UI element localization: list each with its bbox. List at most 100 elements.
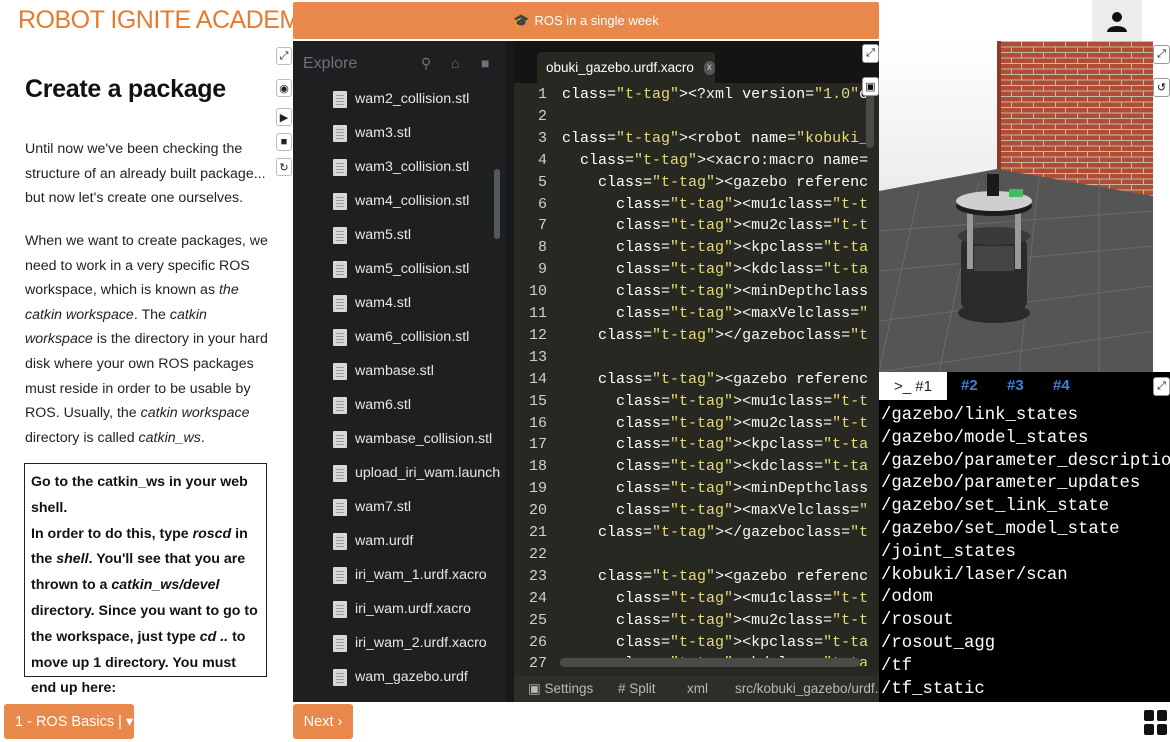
- code-line: class="t-tag"></gazeboclass="t-tag">>: [598, 326, 868, 344]
- syntax-mode[interactable]: xml: [687, 681, 708, 696]
- user-menu-button[interactable]: [1092, 0, 1142, 41]
- file-icon: [333, 634, 347, 652]
- editor-tab-label: obuki_gazebo.urdf.xacro: [546, 60, 694, 75]
- layout-grid-icon[interactable]: [1144, 710, 1168, 736]
- code-line: class="t-tag"><mu2class="t-tag">>0.0clas…: [616, 611, 868, 629]
- intro-paragraph: Until now we've been checking the struct…: [25, 141, 266, 207]
- line-number: 20: [528, 502, 547, 520]
- file-item[interactable]: wam3.stl: [333, 121, 411, 145]
- file-item[interactable]: wam2_collision.stl: [333, 87, 469, 111]
- explorer-scrollbar[interactable]: [494, 169, 500, 239]
- file-item[interactable]: wam5.stl: [333, 223, 411, 247]
- file-icon: [333, 668, 347, 686]
- file-name: iri_wam.urdf.xacro: [355, 601, 471, 617]
- code-line: class="t-tag"><minDepthclass="t-tag">>0.…: [616, 480, 868, 498]
- restart-icon[interactable]: ↻: [276, 158, 292, 176]
- editor-fullscreen-icon[interactable]: ⤢: [862, 44, 879, 63]
- web-shell[interactable]: >_ #1 #2 #3 #4 /gazebo/link_states/gazeb…: [879, 372, 1170, 702]
- user-icon: [1107, 11, 1127, 32]
- code-line: class="t-tag"><mu2class="t-tag">>1.0clas…: [616, 414, 868, 432]
- code-line: class="t-tag"><kpclass="t-tag">>1000000.…: [616, 633, 868, 651]
- sim-reset-icon[interactable]: ↺: [1153, 78, 1170, 97]
- shell-tab-3[interactable]: #3: [1007, 377, 1024, 394]
- file-item[interactable]: iri_wam.urdf.xacro: [333, 597, 471, 621]
- file-item[interactable]: wambase.stl: [333, 359, 434, 383]
- file-item[interactable]: wam7.stl: [333, 495, 411, 519]
- file-item[interactable]: iri_wam_1.urdf.xacro: [333, 563, 487, 587]
- line-number: 4: [537, 151, 547, 169]
- search-icon[interactable]: ⚲: [421, 55, 431, 72]
- file-name: wam4_collision.stl: [355, 193, 470, 209]
- file-icon: [333, 498, 347, 516]
- file-icon: [333, 430, 347, 448]
- line-number: 17: [528, 436, 547, 454]
- chapter-separator: |: [118, 713, 122, 730]
- file-item[interactable]: iri_wam_2.urdf.xacro: [333, 631, 487, 655]
- shell-line: /tf: [881, 656, 913, 676]
- file-path: src/kobuki_gazebo/urdf.xac: [735, 681, 879, 696]
- notebook-toolbar: ⤢ ◉ ▶ ■ ↻: [275, 41, 293, 702]
- line-number: 26: [528, 633, 547, 651]
- file-name: wambase.stl: [355, 363, 434, 379]
- shell-tab-2[interactable]: #2: [961, 377, 978, 394]
- code-line: class="t-tag"><gazebo reference="caster_…: [598, 567, 868, 585]
- code-editor: obuki_gazebo.urdf.xacro x 1 2 3 4 5 6 7 8 9 10 11 1…: [514, 41, 879, 702]
- file-item[interactable]: wam.urdf: [333, 529, 413, 553]
- sim-fullscreen-icon[interactable]: ⤢: [1153, 45, 1170, 64]
- file-item[interactable]: wam4.stl: [333, 291, 411, 315]
- shell-fullscreen-icon[interactable]: ⤢: [1153, 377, 1170, 396]
- file-item[interactable]: wam3_collision.stl: [333, 155, 469, 179]
- next-step-icon[interactable]: ▶: [276, 108, 292, 126]
- expand-icon[interactable]: ⤢: [276, 47, 292, 65]
- shell-tab-1[interactable]: >_ #1: [879, 372, 947, 400]
- shell-line: /rosout: [881, 611, 954, 631]
- file-item[interactable]: wam6_collision.stl: [333, 325, 469, 349]
- file-icon: [333, 158, 347, 176]
- file-item[interactable]: upload_iri_wam.launch: [333, 461, 500, 485]
- editor-monitor-icon[interactable]: ▣: [862, 77, 879, 96]
- home-icon[interactable]: ⌂: [451, 55, 459, 71]
- file-icon: [333, 294, 347, 312]
- shell-line: /kobuki/laser/scan: [881, 565, 1068, 585]
- settings-button[interactable]: ▣ Settings: [528, 681, 593, 697]
- file-name: iri_wam_2.urdf.xacro: [355, 635, 487, 651]
- file-item[interactable]: wam_gazebo.urdf: [333, 665, 468, 689]
- hide-eye-icon[interactable]: ◉: [276, 79, 292, 97]
- shell-line: /gazebo/set_model_state: [881, 520, 1120, 539]
- code-area[interactable]: class="t-tag"><?xml version="1.0" class="…: [562, 86, 868, 666]
- line-number: 19: [528, 480, 547, 498]
- editor-horizontal-scrollbar[interactable]: [560, 658, 860, 667]
- line-number: 12: [528, 326, 547, 344]
- file-name: wam3_collision.stl: [355, 159, 470, 175]
- lock-icon[interactable]: ■: [481, 55, 489, 71]
- file-item[interactable]: wambase_collision.stl: [333, 427, 492, 451]
- footer-bar: 1 - ROS Basics | ▾ Next ›: [0, 702, 1170, 742]
- course-title: ROS in a single week: [534, 13, 659, 28]
- shell-tab-4[interactable]: #4: [1053, 377, 1070, 394]
- editor-tab[interactable]: obuki_gazebo.urdf.xacro x: [537, 52, 715, 83]
- file-item[interactable]: wam5_collision.stl: [333, 257, 469, 281]
- close-tab-button[interactable]: x: [703, 60, 715, 75]
- file-icon: [333, 532, 347, 550]
- file-icon: [333, 226, 347, 244]
- course-title-button[interactable]: 🎓 ROS in a single week: [293, 2, 879, 39]
- simulation-view[interactable]: [879, 41, 1153, 372]
- stop-icon[interactable]: ■: [276, 133, 292, 151]
- line-number: 15: [528, 392, 547, 410]
- line-number: 25: [528, 611, 547, 629]
- notebook-panel: Create a package Until now we've been ch…: [0, 41, 275, 702]
- code-line: class="t-tag"><gazebo reference="wheel_r…: [598, 370, 868, 388]
- file-item[interactable]: wam4_collision.stl: [333, 189, 469, 213]
- file-name: iri_wam_1.urdf.xacro: [355, 567, 487, 583]
- line-number: 3: [537, 129, 547, 147]
- simulation-toolbar: ⤢ ↺: [1153, 41, 1170, 372]
- file-explorer: Explore ⚲ ⌂ ■ wam2_collision.stl wam3.stl…: [293, 41, 506, 702]
- file-item[interactable]: wam6.stl: [333, 393, 411, 417]
- brand-logo[interactable]: ROBOT IGNITE ACADEMY: [18, 6, 316, 35]
- file-icon: [333, 362, 347, 380]
- next-button[interactable]: Next ›: [293, 704, 353, 739]
- panel-splitter[interactable]: [506, 41, 514, 702]
- split-button[interactable]: # Split: [618, 681, 656, 696]
- line-number: 23: [528, 567, 547, 585]
- chapter-select-button[interactable]: 1 - ROS Basics | ▾: [4, 704, 134, 739]
